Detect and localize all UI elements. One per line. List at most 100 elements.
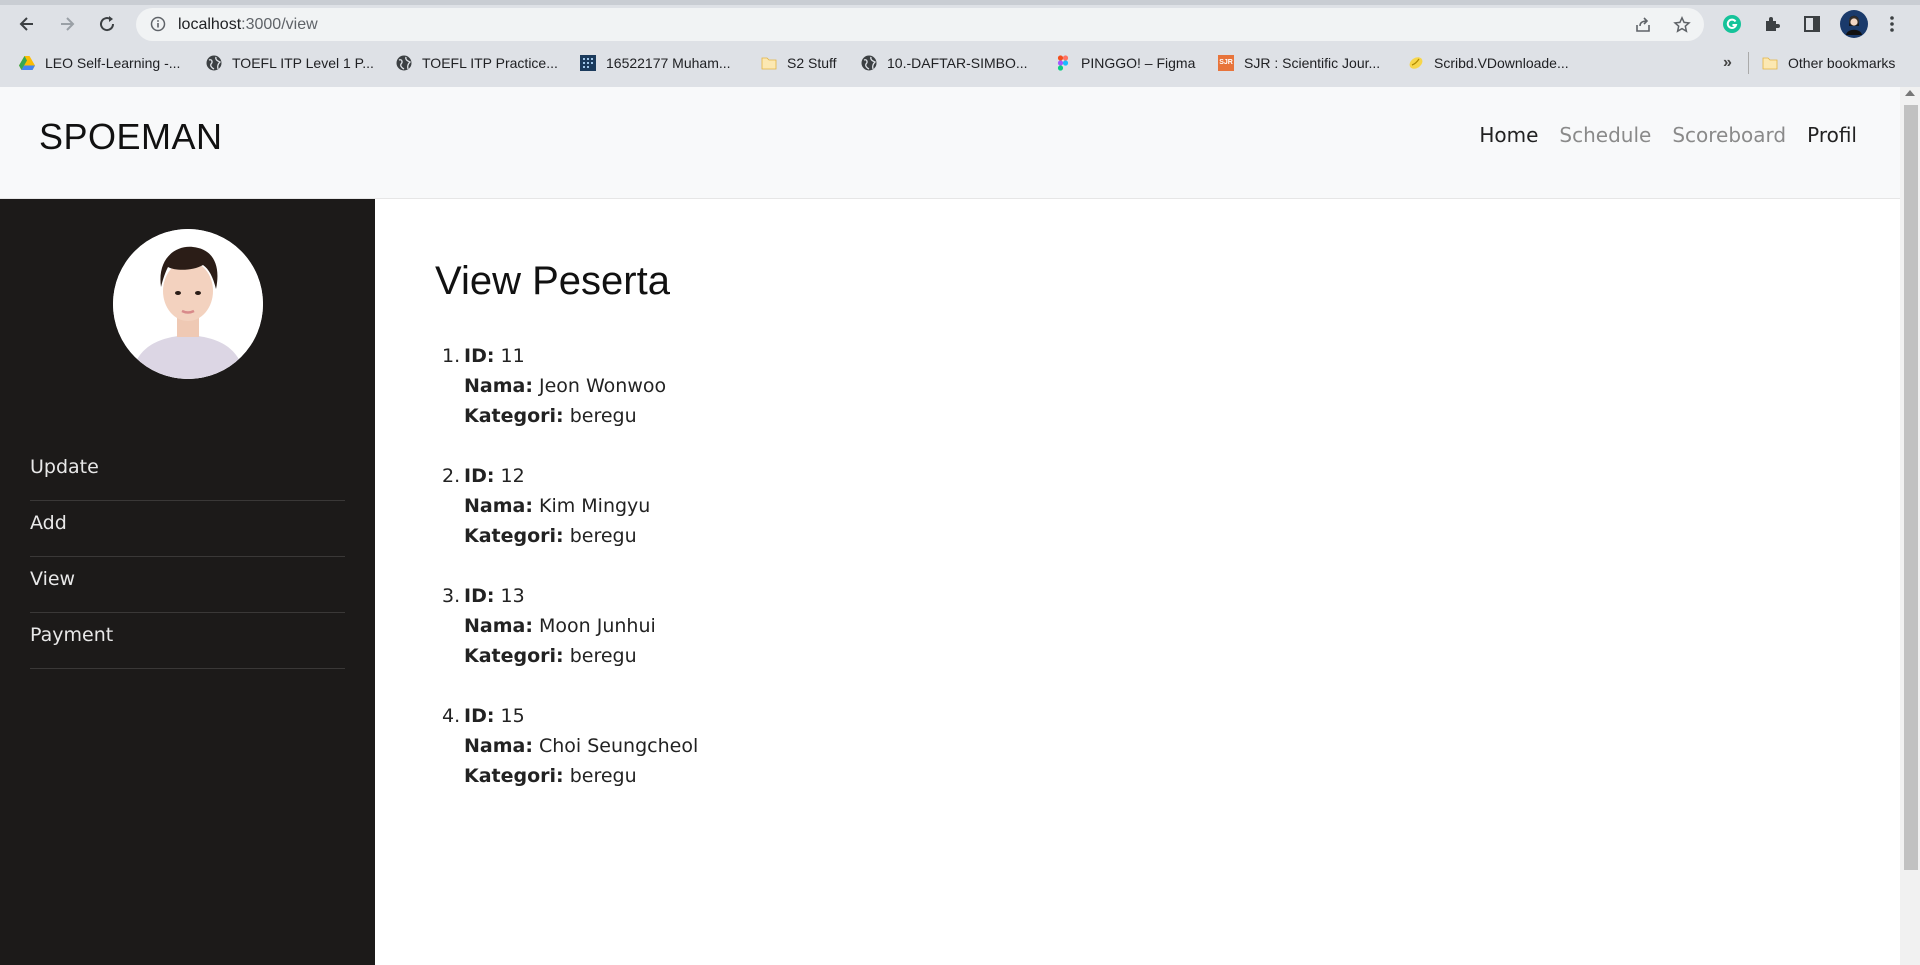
bookmark-item[interactable]: Scribd.VDownloade... [1408,52,1569,74]
sidebar-item-view[interactable]: View [30,557,345,613]
forward-button[interactable] [54,11,80,37]
sidebar-item-payment[interactable]: Payment [30,613,345,669]
field-nama: Nama: Jeon Wonwoo [464,371,698,401]
sidebar-item-label: Payment [30,624,114,646]
bookmark-label: LEO Self-Learning -... [45,55,181,71]
more-bookmarks-icon: » [1723,54,1732,71]
field-value: beregu [569,645,637,667]
field-label: Nama: [464,375,533,397]
url-path: :3000/view [241,16,318,33]
list-item: 1. ID: 11 Nama: Jeon Wonwoo Kategori: be… [442,341,698,431]
bookmark-item[interactable]: TOEFL ITP Level 1 P... [206,52,374,74]
brand-logo[interactable]: SPOEMAN [39,116,223,158]
list-item: 3. ID: 13 Nama: Moon Junhui Kategori: be… [442,581,698,671]
star-icon[interactable] [1673,16,1691,34]
sidebar-item-add[interactable]: Add [30,501,345,557]
field-label: Nama: [464,735,533,757]
bookmark-label: TOEFL ITP Level 1 P... [232,55,374,71]
list-item: 4. ID: 15 Nama: Choi Seungcheol Kategori… [442,701,698,791]
info-icon[interactable] [150,16,166,32]
google-drive-icon [19,56,35,70]
globe-icon [206,55,222,71]
sidebar-item-label: Add [30,512,67,534]
menu-kebab-icon[interactable] [1880,12,1904,36]
other-bookmarks-label: Other bookmarks [1788,55,1896,71]
nav-link-scoreboard[interactable]: Scoreboard [1672,123,1786,147]
field-label: Kategori: [464,765,564,787]
address-bar[interactable]: localhost:3000/view [136,8,1704,41]
extensions-puzzle-icon[interactable] [1760,12,1784,36]
field-nama: Nama: Choi Seungcheol [464,731,698,761]
field-value: Kim Mingyu [539,495,651,517]
more-bookmarks-button[interactable]: » [1723,52,1732,74]
field-label: Kategori: [464,405,564,427]
arrow-left-icon [19,17,33,31]
sidebar-menu: Update Add View Payment [30,445,345,669]
figma-icon [1057,55,1069,71]
field-value: Choi Seungcheol [539,735,699,757]
field-label: Nama: [464,615,533,637]
list-number: 2. [442,465,461,487]
list-number: 1. [442,345,461,367]
list-number: 3. [442,585,461,607]
bookmark-item[interactable]: PINGGO! – Figma [1055,52,1195,74]
nav-link-schedule[interactable]: Schedule [1559,123,1651,147]
peserta-list: 1. ID: 11 Nama: Jeon Wonwoo Kategori: be… [442,341,698,821]
nav-link-profil[interactable]: Profil [1807,123,1857,147]
bookmark-item[interactable]: LEO Self-Learning -... [19,52,180,74]
bookmark-label: TOEFL ITP Practice... [422,55,558,71]
site-header: SPOEMAN Home Schedule Scoreboard Profil [0,87,1900,199]
field-label: ID: [464,585,495,607]
reload-icon [100,16,115,32]
share-icon[interactable] [1634,16,1652,34]
page-title: View Peserta [435,259,670,303]
field-label: Nama: [464,495,533,517]
other-bookmarks[interactable]: Other bookmarks [1762,52,1895,74]
url-text: localhost:3000/view [178,16,318,34]
page-scrollbar[interactable] [1900,87,1920,965]
browser-toolbar: localhost:3000/view [0,5,1920,42]
field-nama: Nama: Moon Junhui [464,611,698,641]
field-value: beregu [569,765,637,787]
field-value: Jeon Wonwoo [539,375,667,397]
bookmark-item[interactable]: 16522177 Muham... [580,52,731,74]
field-id: ID: 12 [464,461,698,491]
scrollbar-thumb[interactable] [1904,105,1918,870]
folder-icon [761,57,777,70]
field-id: ID: 13 [464,581,698,611]
field-kategori: Kategori: beregu [464,401,698,431]
bookmark-label: 10.-DAFTAR-SIMBO... [887,55,1028,71]
scroll-up-arrow-icon[interactable] [1905,90,1915,96]
sjr-icon: SJR [1218,55,1234,71]
field-value: 12 [500,465,525,487]
reload-button[interactable] [94,11,120,37]
avatar [113,229,263,379]
browser-chrome: localhost:3000/view LEO Self-Learning -.… [0,0,1920,87]
bookmark-label: S2 Stuff [787,55,837,71]
field-value: beregu [569,525,637,547]
main-content: View Peserta 1. ID: 11 Nama: Jeon Wonwoo… [375,199,1900,965]
side-panel-icon[interactable] [1800,12,1824,36]
bookmarks-divider [1748,52,1749,74]
grammarly-icon[interactable] [1720,12,1744,36]
page: SPOEMAN Home Schedule Scoreboard Profil … [0,87,1920,965]
globe-icon [396,55,412,71]
scribd-icon [1409,57,1423,69]
globe-icon [861,55,877,71]
bookmark-item[interactable]: 10.-DAFTAR-SIMBO... [861,52,1028,74]
sidebar-item-update[interactable]: Update [30,445,345,501]
field-kategori: Kategori: beregu [464,641,698,671]
field-label: ID: [464,465,495,487]
folder-icon [1762,57,1778,70]
bookmark-item[interactable]: TOEFL ITP Practice... [396,52,558,74]
profile-avatar-icon[interactable] [1840,10,1868,38]
bookmark-item[interactable]: S2 Stuff [761,52,837,74]
arrow-right-icon [61,17,75,31]
sidebar: Update Add View Payment [0,199,375,965]
field-kategori: Kategori: beregu [464,761,698,791]
bookmark-item[interactable]: SJR SJR : Scientific Jour... [1218,52,1380,74]
nav-link-home[interactable]: Home [1479,123,1538,147]
back-button[interactable] [14,11,40,37]
field-value: 15 [500,705,525,727]
field-label: ID: [464,345,495,367]
